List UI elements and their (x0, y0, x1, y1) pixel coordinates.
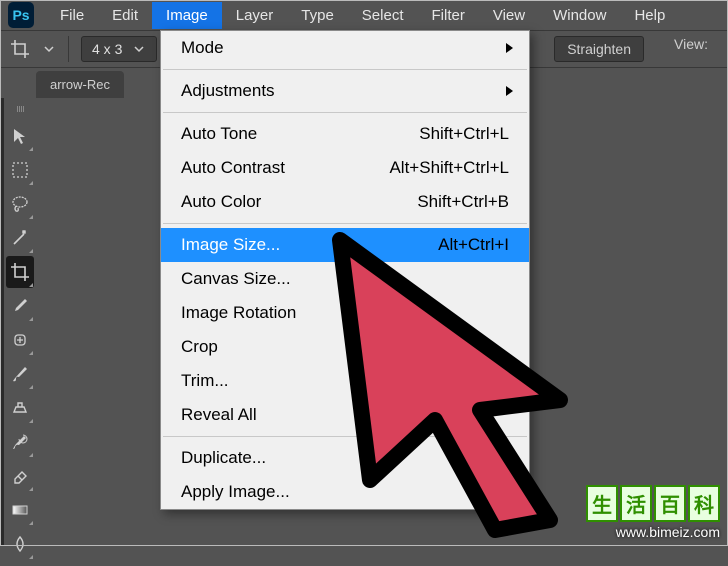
lasso-tool[interactable] (6, 188, 34, 220)
menu-item-auto-tone[interactable]: Auto ToneShift+Ctrl+L (161, 117, 529, 151)
menu-item-mode[interactable]: Mode (161, 31, 529, 65)
menu-view[interactable]: View (479, 2, 539, 29)
crop-ratio-dropdown[interactable]: 4 x 3 (81, 36, 157, 62)
panel-grip[interactable] (6, 104, 34, 114)
submenu-arrow-icon (506, 86, 513, 96)
watermark-char: 百 (654, 485, 686, 522)
menu-item-label: Apply Image... (181, 482, 509, 502)
watermark-char: 生 (586, 485, 618, 522)
menu-help[interactable]: Help (620, 2, 679, 29)
chevron-down-icon[interactable] (42, 42, 56, 56)
menu-item-label: Trim... (181, 371, 509, 391)
menu-separator (163, 112, 527, 113)
menu-item-shortcut: Alt+Shift+Ctrl+L (389, 158, 509, 178)
menu-item-label: Canvas Size... (181, 269, 509, 289)
menu-window[interactable]: Window (539, 2, 620, 29)
watermark-url: www.bimeiz.com (586, 524, 720, 540)
menu-item-shortcut: Shift+Ctrl+B (417, 192, 509, 212)
submenu-arrow-icon (506, 43, 513, 53)
crop-ratio-value: 4 x 3 (92, 41, 122, 57)
menu-item-crop[interactable]: Crop (161, 330, 529, 364)
menu-separator (163, 69, 527, 70)
menu-item-label: Auto Color (181, 192, 417, 212)
menu-item-label: Crop (181, 337, 509, 357)
blur-tool[interactable] (6, 528, 34, 560)
move-tool[interactable] (6, 120, 34, 152)
healing-brush-tool[interactable] (6, 324, 34, 356)
clone-stamp-tool[interactable] (6, 392, 34, 424)
menu-item-shortcut: Alt+Ctrl+I (438, 235, 509, 255)
crop-tool-icon (10, 39, 30, 59)
marquee-tool[interactable] (6, 154, 34, 186)
menu-item-canvas-size[interactable]: Canvas Size... (161, 262, 529, 296)
menu-item-image-rotation[interactable]: Image Rotation (161, 296, 529, 330)
chevron-down-icon (132, 42, 146, 56)
menu-item-adjustments[interactable]: Adjustments (161, 74, 529, 108)
watermark: 生活百科 www.bimeiz.com (586, 485, 720, 540)
menu-item-label: Auto Tone (181, 124, 419, 144)
menu-layer[interactable]: Layer (222, 2, 288, 29)
menu-item-auto-color[interactable]: Auto ColorShift+Ctrl+B (161, 185, 529, 219)
menu-item-label: Adjustments (181, 81, 509, 101)
menu-image[interactable]: Image (152, 2, 222, 29)
menubar: Ps FileEditImageLayerTypeSelectFilterVie… (0, 0, 728, 30)
menu-select[interactable]: Select (348, 2, 418, 29)
crop-tool[interactable] (6, 256, 34, 288)
magic-wand-tool[interactable] (6, 222, 34, 254)
gradient-tool[interactable] (6, 494, 34, 526)
menu-filter[interactable]: Filter (418, 2, 479, 29)
eraser-tool[interactable] (6, 460, 34, 492)
document-tab[interactable]: arrow-Rec (36, 71, 124, 98)
image-menu-dropdown: ModeAdjustmentsAuto ToneShift+Ctrl+LAuto… (160, 30, 530, 510)
menu-item-reveal-all[interactable]: Reveal All (161, 398, 529, 432)
toolbox (4, 98, 36, 566)
menu-item-trim[interactable]: Trim... (161, 364, 529, 398)
menu-item-image-size[interactable]: Image Size...Alt+Ctrl+I (161, 228, 529, 262)
menu-separator (163, 223, 527, 224)
menu-item-label: Mode (181, 38, 509, 58)
menu-item-apply-image[interactable]: Apply Image... (161, 475, 529, 509)
menu-file[interactable]: File (46, 2, 98, 29)
menu-type[interactable]: Type (287, 2, 348, 29)
eyedropper-tool[interactable] (6, 290, 34, 322)
watermark-char: 科 (688, 485, 720, 522)
menu-item-label: Auto Contrast (181, 158, 389, 178)
menu-item-label: Image Size... (181, 235, 438, 255)
straighten-button[interactable]: Straighten (554, 36, 644, 62)
menu-item-duplicate[interactable]: Duplicate... (161, 441, 529, 475)
menu-separator (163, 436, 527, 437)
app-logo: Ps (8, 2, 34, 28)
view-label: View: (674, 36, 708, 62)
watermark-char: 活 (620, 485, 652, 522)
menu-item-label: Image Rotation (181, 303, 509, 323)
history-brush-tool[interactable] (6, 426, 34, 458)
menu-item-auto-contrast[interactable]: Auto ContrastAlt+Shift+Ctrl+L (161, 151, 529, 185)
brush-tool[interactable] (6, 358, 34, 390)
menu-edit[interactable]: Edit (98, 2, 152, 29)
menu-item-shortcut: Shift+Ctrl+L (419, 124, 509, 144)
menu-item-label: Duplicate... (181, 448, 509, 468)
menu-item-label: Reveal All (181, 405, 509, 425)
